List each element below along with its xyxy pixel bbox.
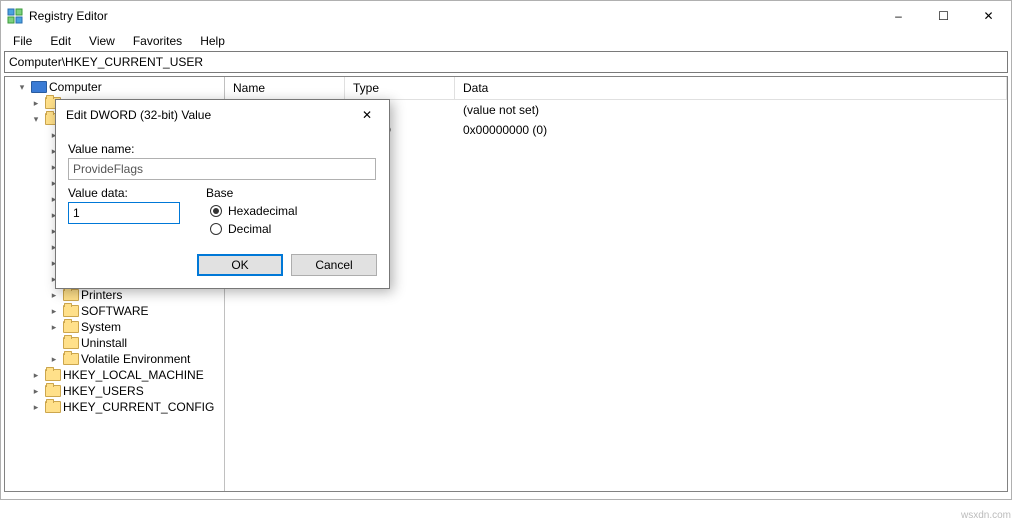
- expand-icon[interactable]: ▸: [29, 96, 43, 110]
- col-header-type[interactable]: Type: [345, 77, 455, 99]
- radio-icon: [210, 223, 222, 235]
- menu-view[interactable]: View: [81, 32, 123, 50]
- tree-hive-hklm[interactable]: ▸HKEY_LOCAL_MACHINE: [7, 367, 224, 383]
- tree-label: Computer: [49, 80, 102, 94]
- tree-item-system[interactable]: ▸System: [7, 319, 224, 335]
- folder-icon: [63, 305, 79, 317]
- watermark: wsxdn.com: [961, 510, 1011, 521]
- tree-item-uninstall[interactable]: Uninstall: [7, 335, 224, 351]
- expand-icon[interactable]: ▸: [47, 288, 61, 302]
- dialog-close-button[interactable]: ✕: [347, 101, 387, 129]
- folder-icon: [63, 337, 79, 349]
- folder-icon: [63, 353, 79, 365]
- maximize-button[interactable]: ☐: [921, 2, 966, 31]
- menubar: File Edit View Favorites Help: [1, 31, 1011, 51]
- col-header-name[interactable]: Name: [225, 77, 345, 99]
- folder-icon: [45, 385, 61, 397]
- computer-icon: [31, 81, 47, 93]
- folder-icon: [45, 401, 61, 413]
- cancel-button[interactable]: Cancel: [291, 254, 377, 276]
- column-headers: Name Type Data: [225, 77, 1007, 100]
- collapse-icon[interactable]: ▾: [29, 112, 43, 126]
- folder-icon: [63, 289, 79, 301]
- dialog-title: Edit DWORD (32-bit) Value: [66, 108, 211, 122]
- menu-help[interactable]: Help: [192, 32, 233, 50]
- collapse-icon[interactable]: ▾: [15, 80, 29, 94]
- close-button[interactable]: ✕: [966, 2, 1011, 31]
- tree-hive-hkcc[interactable]: ▸HKEY_CURRENT_CONFIG: [7, 399, 224, 415]
- expand-icon[interactable]: ▸: [47, 320, 61, 334]
- minimize-button[interactable]: –: [876, 2, 921, 31]
- expand-icon[interactable]: ▸: [47, 304, 61, 318]
- tree-item-software[interactable]: ▸SOFTWARE: [7, 303, 224, 319]
- value-data-input[interactable]: [68, 202, 180, 224]
- menu-file[interactable]: File: [5, 32, 40, 50]
- tree-root[interactable]: ▾ Computer: [7, 79, 224, 95]
- radio-icon: [210, 205, 222, 217]
- expand-icon[interactable]: ▸: [47, 352, 61, 366]
- expand-icon[interactable]: ▸: [29, 400, 43, 414]
- expand-icon[interactable]: ▸: [29, 384, 43, 398]
- menu-edit[interactable]: Edit: [42, 32, 79, 50]
- window-title: Registry Editor: [29, 9, 108, 23]
- ok-button[interactable]: OK: [197, 254, 283, 276]
- radio-dec[interactable]: Decimal: [210, 222, 297, 236]
- folder-icon: [63, 321, 79, 333]
- value-name-label: Value name:: [68, 142, 377, 156]
- value-name-field[interactable]: ProvideFlags: [68, 158, 376, 180]
- col-header-data[interactable]: Data: [455, 77, 1007, 99]
- tree-item-printers[interactable]: ▸Printers: [7, 287, 224, 303]
- expand-icon[interactable]: ▸: [29, 368, 43, 382]
- address-bar[interactable]: Computer\HKEY_CURRENT_USER: [4, 51, 1008, 73]
- edit-dword-dialog: Edit DWORD (32-bit) Value ✕ Value name: …: [55, 99, 390, 289]
- titlebar[interactable]: Registry Editor – ☐ ✕: [1, 1, 1011, 31]
- tree-hive-hku[interactable]: ▸HKEY_USERS: [7, 383, 224, 399]
- registry-app-icon: [7, 8, 23, 24]
- base-label: Base: [206, 186, 297, 200]
- tree-item-volatile[interactable]: ▸Volatile Environment: [7, 351, 224, 367]
- radio-hex[interactable]: Hexadecimal: [210, 204, 297, 218]
- menu-favorites[interactable]: Favorites: [125, 32, 190, 50]
- dialog-titlebar[interactable]: Edit DWORD (32-bit) Value ✕: [56, 100, 389, 130]
- address-text: Computer\HKEY_CURRENT_USER: [9, 55, 203, 69]
- folder-icon: [45, 369, 61, 381]
- value-data-label: Value data:: [68, 186, 180, 200]
